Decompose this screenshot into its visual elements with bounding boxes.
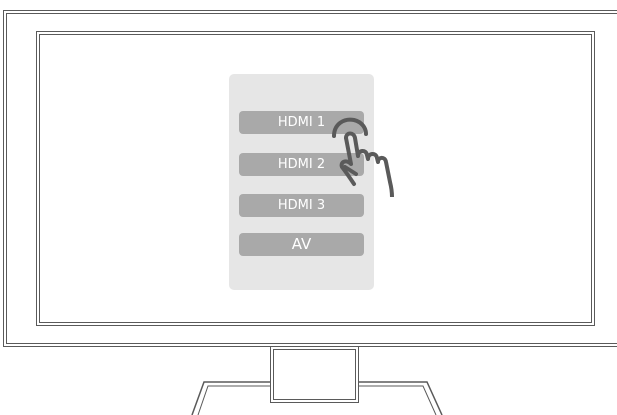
tv-stand-neck bbox=[270, 346, 359, 403]
input-option-av[interactable]: AV bbox=[239, 233, 364, 256]
input-option-hdmi-3[interactable]: HDMI 3 bbox=[239, 194, 364, 217]
hand-tap-icon bbox=[332, 117, 394, 197]
